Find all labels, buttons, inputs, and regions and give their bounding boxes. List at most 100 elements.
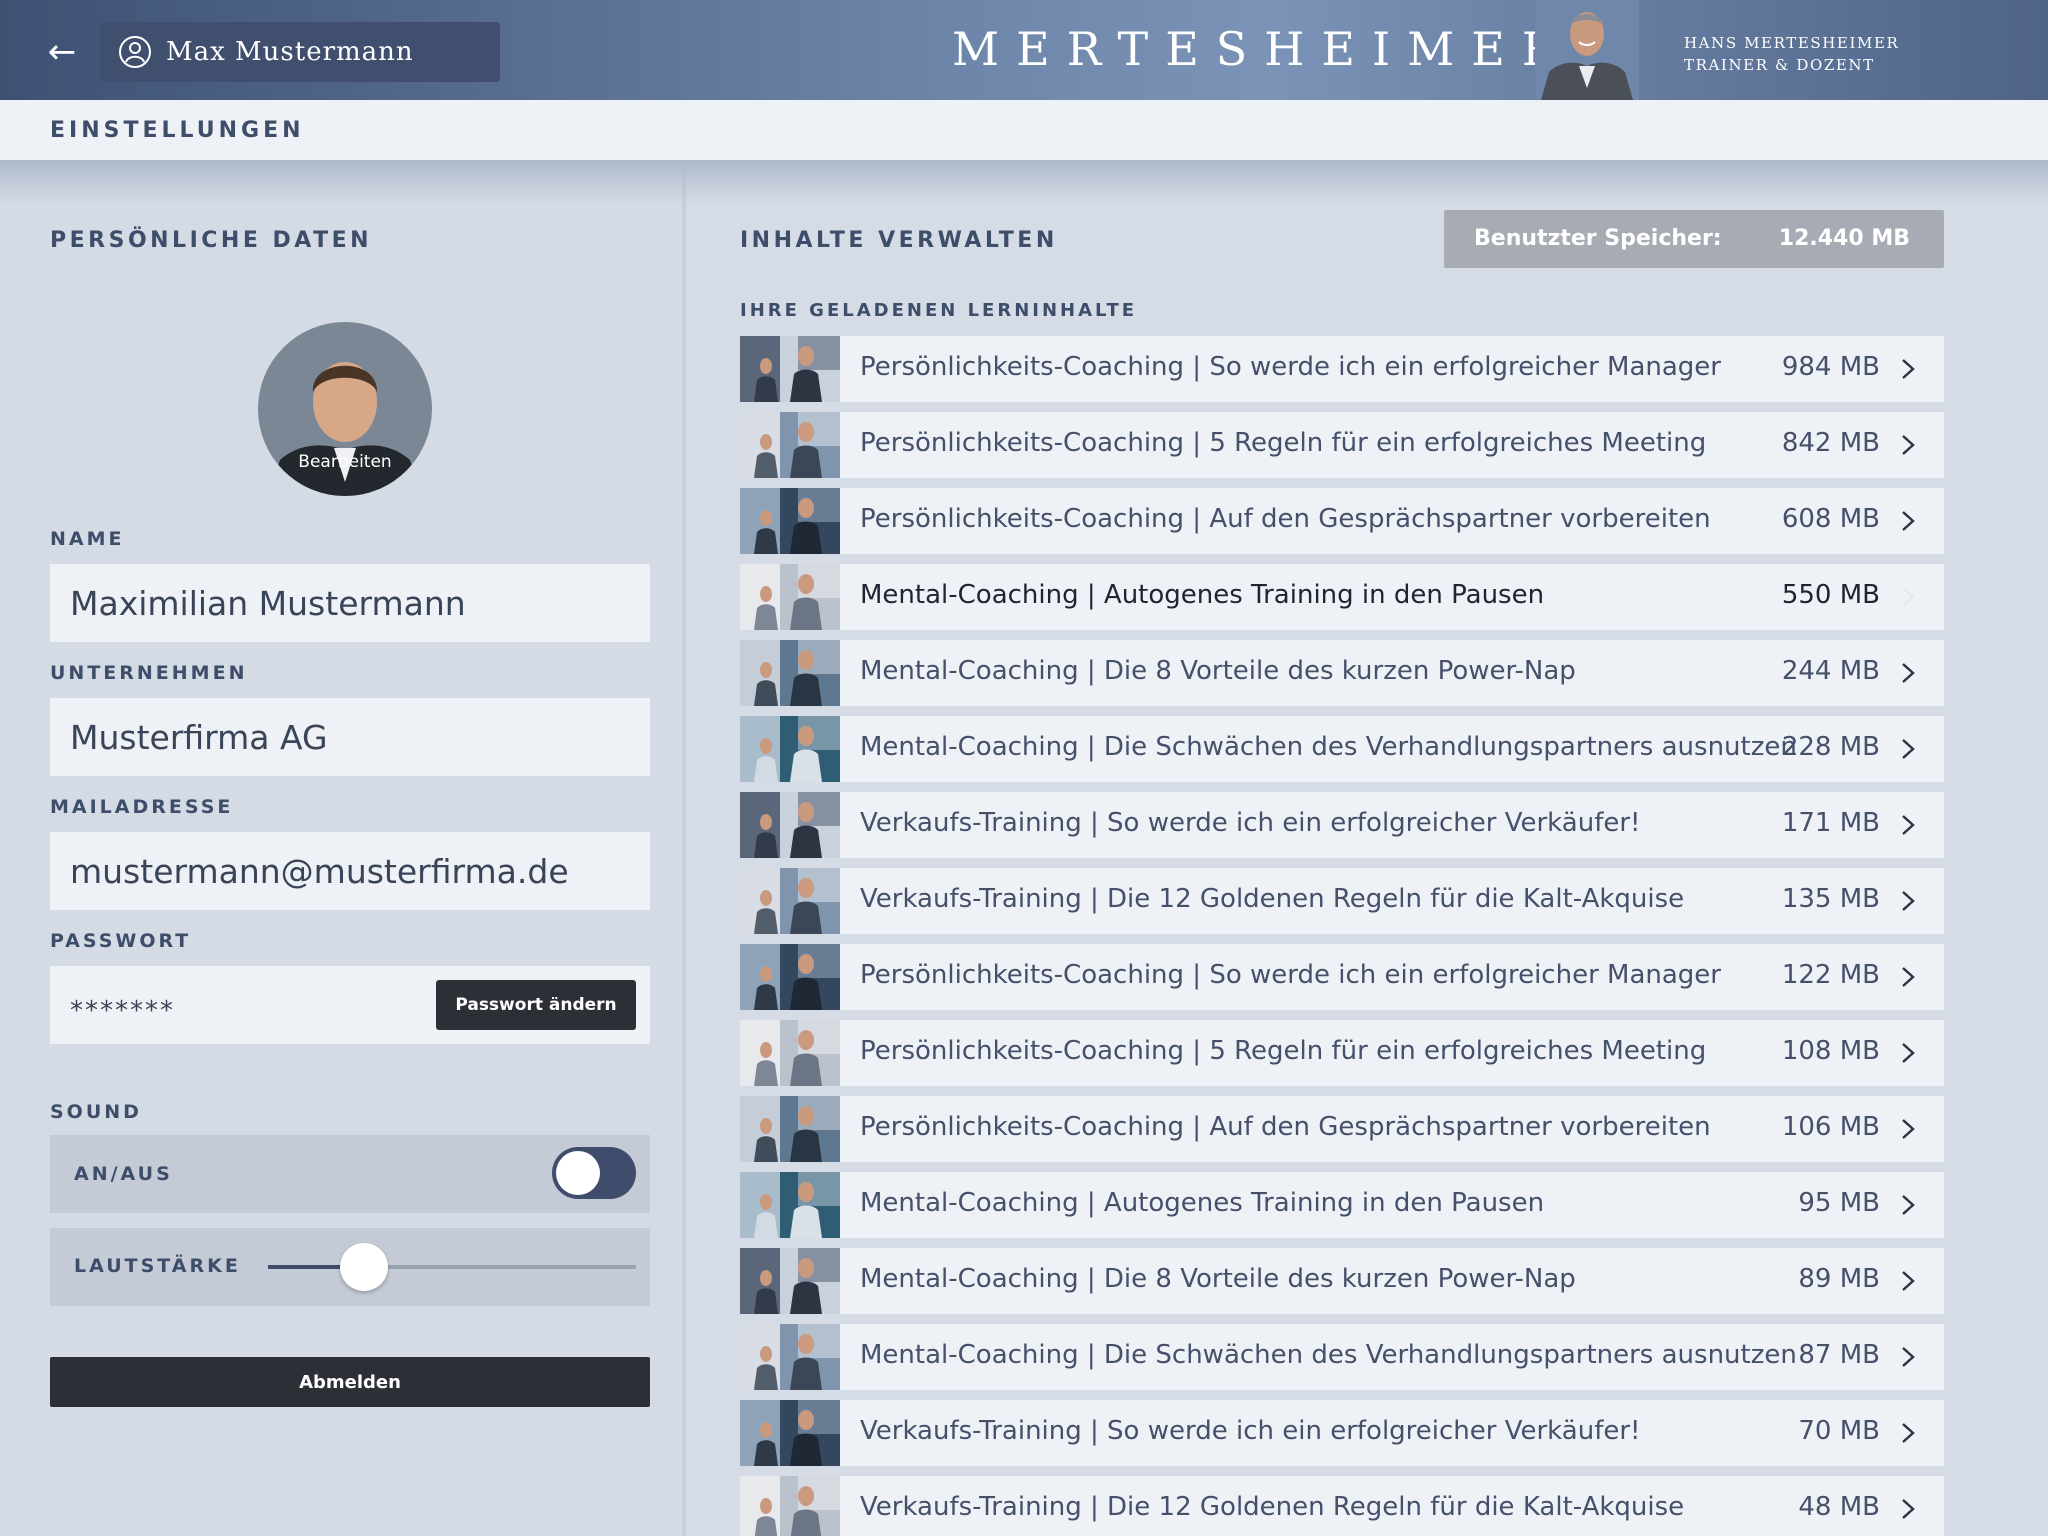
content-thumbnail: [740, 1172, 840, 1238]
content-thumbnail: [740, 1248, 840, 1314]
content-item-title: Mental-Coaching | Die Schwächen des Verh…: [860, 1340, 1797, 1370]
trainer-name: HANS MERTESHEIMER: [1684, 34, 1900, 52]
content-item-title: Mental-Coaching | Die Schwächen des Verh…: [860, 732, 1797, 762]
trainer-portrait: [1535, 0, 1639, 100]
content-item-size: 70 MB: [1798, 1416, 1880, 1446]
content-list-item[interactable]: Verkaufs-Training | So werde ich ein erf…: [740, 1400, 1944, 1466]
content-thumbnail: [740, 488, 840, 554]
chevron-right-icon[interactable]: [1898, 738, 1918, 760]
chevron-right-icon[interactable]: [1898, 434, 1918, 456]
content-thumbnail: [740, 1096, 840, 1162]
content-item-size: 135 MB: [1781, 884, 1880, 914]
content-item-title: Verkaufs-Training | Die 12 Goldenen Rege…: [860, 884, 1685, 914]
email-field[interactable]: [50, 832, 650, 910]
content-item-size: 87 MB: [1798, 1340, 1880, 1370]
company-field[interactable]: [50, 698, 650, 776]
content-list-item[interactable]: Mental-Coaching | Die 8 Vorteile des kur…: [740, 640, 1944, 706]
header-shadow: [0, 160, 2048, 204]
user-name: Max Mustermann: [166, 37, 414, 67]
toggle-knob: [556, 1151, 600, 1195]
content-thumbnail: [740, 1020, 840, 1086]
volume-slider[interactable]: [268, 1243, 636, 1291]
content-list-item[interactable]: Mental-Coaching | Autogenes Training in …: [740, 564, 1944, 630]
content-item-size: 550 MB: [1781, 580, 1880, 610]
chevron-right-icon[interactable]: [1898, 1498, 1918, 1520]
content-item-title: Mental-Coaching | Autogenes Training in …: [860, 1188, 1545, 1218]
content-item-size: 228 MB: [1781, 732, 1880, 762]
chevron-right-icon[interactable]: [1898, 1194, 1918, 1216]
content-item-size: 89 MB: [1798, 1264, 1880, 1294]
content-list-item[interactable]: Persönlichkeits-Coaching | 5 Regeln für …: [740, 412, 1944, 478]
content-list-item[interactable]: Persönlichkeits-Coaching | Auf den Gespr…: [740, 1096, 1944, 1162]
content-item-size: 608 MB: [1781, 504, 1880, 534]
content-thumbnail: [740, 564, 840, 630]
content-list-item[interactable]: Mental-Coaching | Die Schwächen des Verh…: [740, 1324, 1944, 1390]
content-item-title: Persönlichkeits-Coaching | 5 Regeln für …: [860, 1036, 1707, 1066]
chevron-right-icon[interactable]: [1898, 1270, 1918, 1292]
content-item-title: Persönlichkeits-Coaching | So werde ich …: [860, 960, 1721, 990]
chevron-right-icon[interactable]: [1898, 814, 1918, 836]
chevron-right-icon[interactable]: [1898, 1422, 1918, 1444]
chevron-right-icon[interactable]: [1898, 1346, 1918, 1368]
volume-row: LAUTSTÄRKE: [50, 1228, 650, 1306]
storage-label: Benutzter Speicher:: [1474, 226, 1722, 251]
app-header: ← Max Mustermann MERTESHEIMER HANS MERTE…: [0, 0, 2048, 100]
page-title: EINSTELLUNGEN: [50, 117, 305, 143]
chevron-right-icon[interactable]: [1898, 662, 1918, 684]
content-item-size: 95 MB: [1798, 1188, 1880, 1218]
content-thumbnail: [740, 336, 840, 402]
content-list-item[interactable]: Mental-Coaching | Autogenes Training in …: [740, 1172, 1944, 1238]
content-list-item[interactable]: Persönlichkeits-Coaching | So werde ich …: [740, 944, 1944, 1010]
content-item-title: Mental-Coaching | Autogenes Training in …: [860, 580, 1545, 610]
column-divider: [682, 160, 686, 1536]
content-list-item[interactable]: Persönlichkeits-Coaching | 5 Regeln für …: [740, 1020, 1944, 1086]
content-thumbnail: [740, 868, 840, 934]
content-thumbnail: [740, 944, 840, 1010]
chevron-right-icon[interactable]: [1898, 1118, 1918, 1140]
content-item-title: Persönlichkeits-Coaching | 5 Regeln für …: [860, 428, 1707, 458]
change-password-button[interactable]: Passwort ändern: [436, 980, 636, 1030]
content-list-item[interactable]: Verkaufs-Training | Die 12 Goldenen Rege…: [740, 868, 1944, 934]
chevron-right-icon[interactable]: [1898, 510, 1918, 532]
content-item-title: Verkaufs-Training | So werde ich ein erf…: [860, 808, 1641, 838]
content-item-title: Persönlichkeits-Coaching | Auf den Gespr…: [860, 1112, 1711, 1142]
content-item-size: 108 MB: [1781, 1036, 1880, 1066]
content-item-size: 122 MB: [1781, 960, 1880, 990]
content-item-title: Persönlichkeits-Coaching | Auf den Gespr…: [860, 504, 1711, 534]
content-item-title: Persönlichkeits-Coaching | So werde ich …: [860, 352, 1721, 382]
content-list-item[interactable]: Verkaufs-Training | So werde ich ein erf…: [740, 792, 1944, 858]
content-item-size: 244 MB: [1781, 656, 1880, 686]
content-item-title: Verkaufs-Training | So werde ich ein erf…: [860, 1416, 1641, 1446]
content-list-item[interactable]: Mental-Coaching | Die 8 Vorteile des kur…: [740, 1248, 1944, 1314]
content-thumbnail: [740, 1476, 840, 1536]
name-field[interactable]: [50, 564, 650, 642]
email-label: MAILADRESSE: [50, 796, 234, 818]
content-item-title: Mental-Coaching | Die 8 Vorteile des kur…: [860, 1264, 1576, 1294]
content-item-size: 106 MB: [1781, 1112, 1880, 1142]
trainer-role: TRAINER & DOZENT: [1684, 56, 1875, 74]
back-arrow-icon[interactable]: ←: [40, 30, 84, 74]
chevron-right-icon[interactable]: [1898, 358, 1918, 380]
personal-data-title: PERSÖNLICHE DATEN: [50, 228, 373, 253]
user-icon: [119, 36, 151, 68]
content-list-item[interactable]: Verkaufs-Training | Die 12 Goldenen Rege…: [740, 1476, 1944, 1536]
logout-button[interactable]: Abmelden: [50, 1357, 650, 1407]
chevron-right-icon[interactable]: [1898, 1042, 1918, 1064]
content-item-size: 842 MB: [1781, 428, 1880, 458]
page-title-bar: EINSTELLUNGEN: [0, 100, 2048, 160]
name-label: NAME: [50, 528, 125, 550]
avatar-edit-label[interactable]: Bearbeiten: [258, 452, 432, 472]
content-list-item[interactable]: Persönlichkeits-Coaching | Auf den Gespr…: [740, 488, 1944, 554]
volume-label: LAUTSTÄRKE: [74, 1255, 241, 1277]
chevron-right-icon[interactable]: [1898, 966, 1918, 988]
user-menu-button[interactable]: Max Mustermann: [100, 22, 500, 82]
trainer-caption: HANS MERTESHEIMER TRAINER & DOZENT: [1684, 32, 1899, 76]
content-list-item[interactable]: Persönlichkeits-Coaching | So werde ich …: [740, 336, 1944, 402]
chevron-right-icon[interactable]: [1898, 586, 1918, 608]
content-list-item[interactable]: Mental-Coaching | Die Schwächen des Verh…: [740, 716, 1944, 782]
storage-value: 12.440 MB: [1778, 226, 1910, 251]
loaded-content-title: IHRE GELADENEN LERNINHALTE: [740, 300, 1138, 321]
chevron-right-icon[interactable]: [1898, 890, 1918, 912]
volume-slider-thumb[interactable]: [339, 1243, 388, 1291]
sound-toggle[interactable]: [552, 1147, 636, 1199]
